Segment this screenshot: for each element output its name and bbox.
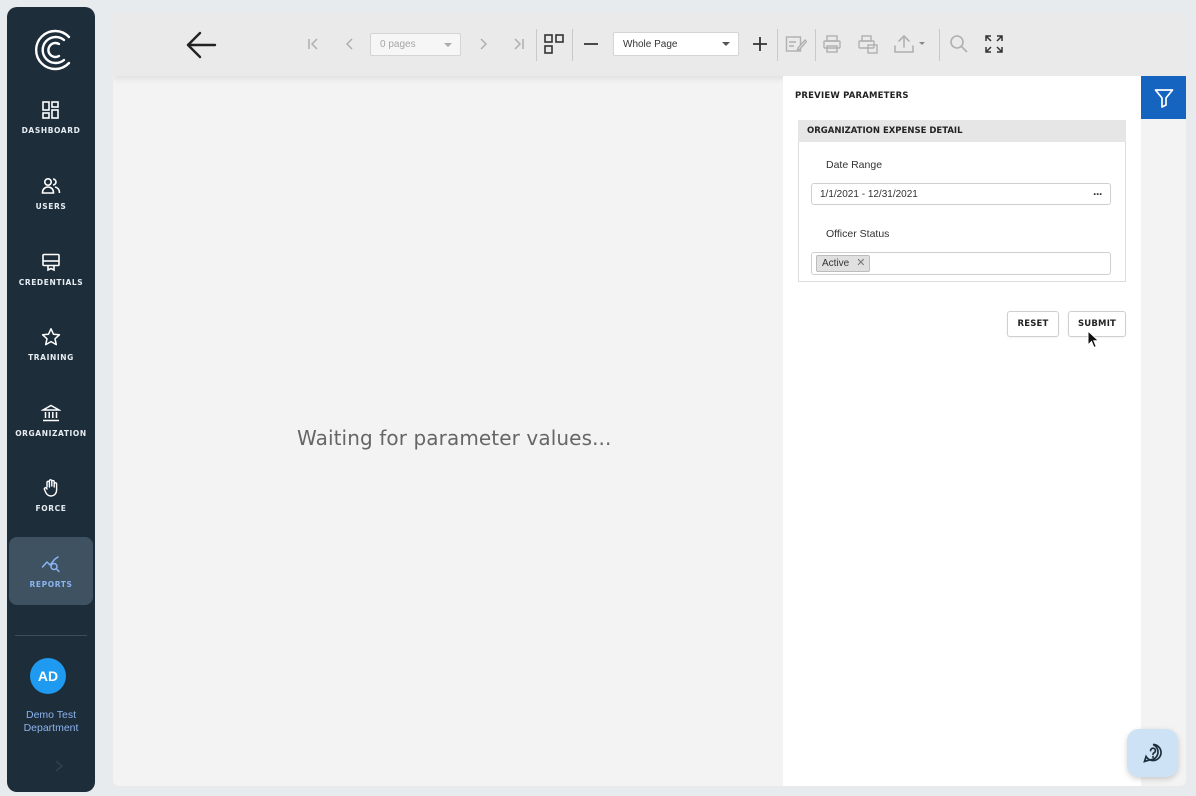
parameter-group: Date Range 1/1/2021 - 12/31/2021 ··· Off… xyxy=(798,142,1126,282)
arrow-left-icon xyxy=(186,31,217,59)
panel-title: PREVIEW PARAMETERS xyxy=(795,91,909,101)
report-viewer: 0 pages Whole Page Waiting for parameter… xyxy=(113,14,1186,786)
page-select-value: 0 pages xyxy=(380,39,416,50)
zoom-out-button[interactable] xyxy=(581,34,601,54)
sidebar: DASHBOARD USERS CREDENTIALS TRAINING ORG… xyxy=(7,7,95,792)
next-page-button[interactable] xyxy=(473,34,493,54)
toolbar-separator xyxy=(939,29,940,61)
first-page-icon xyxy=(308,38,318,50)
help-icon xyxy=(1142,743,1162,763)
sidebar-item-users[interactable]: USERS xyxy=(9,159,93,227)
preview-parameters-panel: PREVIEW PARAMETERS ORGANIZATION EXPENSE … xyxy=(783,76,1141,786)
department-name-line2: Department xyxy=(23,722,79,734)
credentials-icon xyxy=(42,253,60,271)
mouse-cursor-icon xyxy=(1087,330,1100,349)
date-range-value: 1/1/2021 - 12/31/2021 xyxy=(820,188,918,200)
sidebar-item-reports[interactable]: REPORTS xyxy=(9,537,93,605)
sidebar-item-label: DASHBOARD xyxy=(21,125,81,135)
date-range-field[interactable]: 1/1/2021 - 12/31/2021 ··· xyxy=(811,183,1111,205)
sidebar-item-training[interactable]: TRAINING xyxy=(9,310,93,378)
chevron-right-icon[interactable] xyxy=(53,759,65,773)
help-button[interactable] xyxy=(1127,729,1178,777)
dashboard-icon xyxy=(42,100,59,119)
edit-icon xyxy=(785,36,807,52)
last-page-button[interactable] xyxy=(508,34,528,54)
officer-status-label: Officer Status xyxy=(826,228,890,240)
search-button[interactable] xyxy=(947,33,971,55)
close-icon[interactable]: ✕ xyxy=(856,258,865,269)
sidebar-item-force[interactable]: FORCE xyxy=(9,461,93,529)
date-range-picker-button[interactable]: ··· xyxy=(1093,187,1103,201)
filter-icon xyxy=(1154,88,1173,108)
sidebar-item-dashboard[interactable]: DASHBOARD xyxy=(9,83,93,151)
sidebar-item-label: FORCE xyxy=(35,503,67,513)
multipage-button[interactable] xyxy=(542,32,566,56)
sidebar-item-label: USERS xyxy=(35,201,67,211)
chevron-down-icon xyxy=(722,42,730,46)
chevron-down-icon xyxy=(444,42,452,47)
print-page-icon xyxy=(858,35,878,54)
zoom-in-button[interactable] xyxy=(750,34,770,54)
zoom-select-value: Whole Page xyxy=(623,38,678,50)
parameters-toggle-button[interactable] xyxy=(1141,76,1186,119)
sidebar-item-label: REPORTS xyxy=(29,579,73,589)
printer-icon xyxy=(823,35,841,53)
parameter-group-header[interactable]: ORGANIZATION EXPENSE DETAIL xyxy=(798,120,1126,142)
officer-status-field[interactable]: Active ✕ xyxy=(811,252,1111,275)
hand-icon xyxy=(43,478,58,497)
chevron-right-icon xyxy=(480,38,488,50)
sidebar-item-credentials[interactable]: CREDENTIALS xyxy=(9,235,93,303)
waiting-message: Waiting for parameter values... xyxy=(297,426,612,450)
export-icon xyxy=(894,34,925,53)
tag-label: Active xyxy=(822,258,850,269)
toolbar-separator xyxy=(536,29,537,61)
fullscreen-icon xyxy=(985,35,1003,53)
reports-icon xyxy=(41,555,60,572)
department-name[interactable]: Demo Test Department xyxy=(7,709,95,735)
users-icon xyxy=(41,177,61,194)
avatar[interactable]: AD xyxy=(30,658,66,694)
page-select[interactable]: 0 pages xyxy=(370,33,461,56)
date-range-label: Date Range xyxy=(826,159,883,171)
search-icon xyxy=(950,35,968,53)
sidebar-item-label: CREDENTIALS xyxy=(18,277,84,287)
sidebar-divider xyxy=(15,635,87,636)
officer-status-tag: Active ✕ xyxy=(816,255,871,272)
print-button[interactable] xyxy=(820,33,844,55)
plus-icon xyxy=(753,37,767,51)
last-page-icon xyxy=(514,38,524,50)
edit-parameters-button[interactable] xyxy=(783,32,809,56)
viewer-toolbar: 0 pages Whole Page xyxy=(113,14,1186,76)
app-logo-icon[interactable] xyxy=(29,19,75,79)
grid-icon xyxy=(544,34,564,54)
export-button[interactable] xyxy=(892,32,930,56)
zoom-select[interactable]: Whole Page xyxy=(613,32,739,56)
first-page-button[interactable] xyxy=(304,34,324,54)
reset-button[interactable]: RESET xyxy=(1007,311,1059,337)
department-name-line1: Demo Test xyxy=(26,709,76,721)
previous-page-button[interactable] xyxy=(340,34,360,54)
bank-icon xyxy=(41,404,61,421)
fullscreen-button[interactable] xyxy=(982,33,1006,55)
star-icon xyxy=(41,327,61,345)
sidebar-item-organization[interactable]: ORGANIZATION xyxy=(9,386,93,454)
toolbar-separator xyxy=(815,29,816,61)
minus-icon xyxy=(584,43,598,45)
toolbar-separator xyxy=(777,29,778,61)
sidebar-item-label: TRAINING xyxy=(28,352,74,362)
print-page-button[interactable] xyxy=(856,33,880,55)
toolbar-separator xyxy=(572,29,573,61)
chevron-left-icon xyxy=(345,38,353,50)
back-button[interactable] xyxy=(183,28,219,62)
sidebar-item-label: ORGANIZATION xyxy=(15,428,87,438)
